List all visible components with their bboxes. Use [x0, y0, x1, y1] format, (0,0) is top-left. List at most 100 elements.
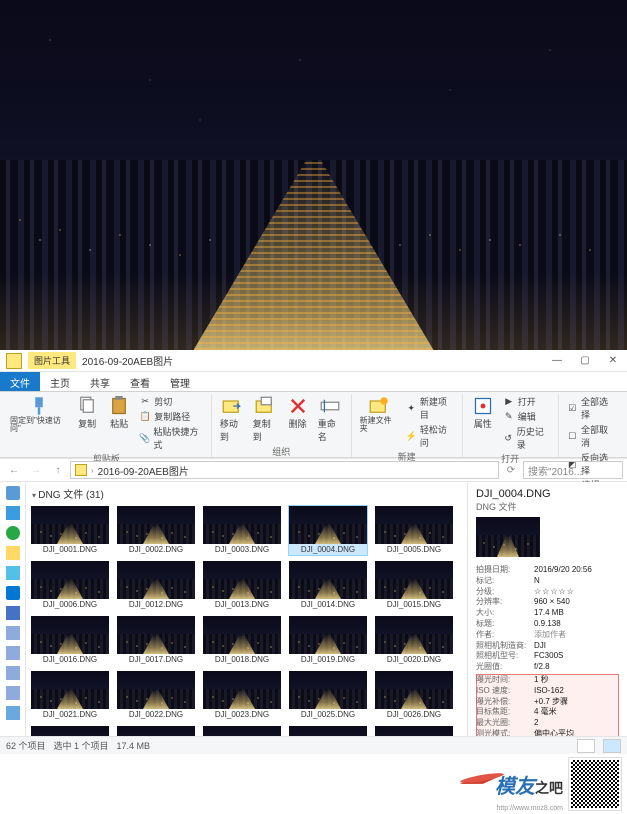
thumbnail-image	[31, 671, 109, 709]
thumbnail-item[interactable]: DJI_0003.DNG	[202, 505, 282, 556]
watermark-url: http://www.moz8.com	[496, 805, 563, 812]
titlebar: 图片工具 2016-09-20AEB图片 — ▢ ✕	[0, 350, 627, 372]
move-to-button[interactable]: 移动到	[218, 394, 247, 445]
copy-label: 复制	[78, 417, 96, 430]
sidebar-drive4-icon[interactable]	[6, 686, 20, 700]
thumbnail-item[interactable]: DJI_0016.DNG	[30, 615, 110, 666]
paste-label: 粘贴	[110, 417, 128, 430]
copy-to-button[interactable]: 复制到	[251, 394, 280, 445]
sidebar-drive-icon[interactable]	[6, 626, 20, 640]
view-details-button[interactable]	[577, 739, 595, 753]
search-input[interactable]: 搜索"2016...	[523, 461, 623, 479]
open-button[interactable]: ▶打开	[501, 394, 552, 409]
close-button[interactable]: ✕	[599, 350, 627, 372]
thumbnail-item[interactable]: DJI_0014.DNG	[288, 560, 368, 611]
thumbnail-item[interactable]: DJI_0023.DNG	[202, 670, 282, 721]
edit-button[interactable]: ✎编辑	[501, 409, 552, 424]
thumbnail-item[interactable]: DJI_0021.DNG	[30, 670, 110, 721]
hero-night-city-image	[0, 0, 627, 350]
thumbnail-caption: DJI_0012.DNG	[117, 599, 195, 610]
sidebar-documents-icon[interactable]	[6, 546, 20, 560]
thumbnail-item[interactable]: DJI_0015.DNG	[374, 560, 454, 611]
sidebar-desktop-icon[interactable]	[6, 506, 20, 520]
group-header[interactable]: ▾ DNG 文件 (31)	[30, 484, 467, 505]
paste-shortcut-button[interactable]: 📎粘贴快捷方式	[137, 424, 205, 452]
properties-button[interactable]: 属性	[469, 394, 497, 432]
details-preview-image	[476, 517, 540, 557]
breadcrumb-folder: 2016-09-20AEB图片	[98, 463, 189, 478]
thumbnail-item[interactable]: DJI_0029.DNG	[288, 725, 368, 736]
address-bar: ← → ↑ › 2016-09-20AEB图片 ⟳ 搜索"2016...	[0, 458, 627, 482]
sidebar-quick-access-icon[interactable]	[6, 486, 20, 500]
thumbnail-image	[375, 506, 453, 544]
tab-view[interactable]: 查看	[120, 372, 160, 391]
tab-home[interactable]: 主页	[40, 372, 80, 391]
thumbnail-item[interactable]: DJI_0013.DNG	[202, 560, 282, 611]
thumbnail-item[interactable]: DJI_0026.DNG	[30, 725, 110, 736]
tab-share[interactable]: 共享	[80, 372, 120, 391]
history-button[interactable]: ↺历史记录	[501, 424, 552, 452]
copy-path-button[interactable]: 📋复制路径	[137, 409, 205, 424]
sidebar-downloads-icon[interactable]	[6, 526, 20, 540]
thumbnail-item[interactable]: DJI_0001.DNG	[30, 505, 110, 556]
thumbnail-item[interactable]: DJI_0005.DNG	[374, 505, 454, 556]
sidebar-this-pc-icon[interactable]	[6, 606, 20, 620]
properties-icon	[473, 396, 493, 416]
sidebar-drive3-icon[interactable]	[6, 666, 20, 680]
maximize-button[interactable]: ▢	[571, 350, 599, 372]
thumbnail-caption: DJI_0005.DNG	[375, 544, 453, 555]
rename-button[interactable]: 重命名	[316, 394, 345, 445]
tab-manage[interactable]: 管理	[160, 372, 200, 391]
easy-access-button[interactable]: ⚡轻松访问	[404, 422, 456, 450]
sidebar-drive2-icon[interactable]	[6, 646, 20, 660]
nav-forward-button[interactable]: →	[26, 460, 46, 480]
copy-to-icon	[255, 396, 275, 416]
thumbnail-caption: DJI_0018.DNG	[203, 654, 281, 665]
thumbnail-item[interactable]: DJI_0025.DNG	[288, 670, 368, 721]
thumbnail-image	[203, 506, 281, 544]
refresh-button[interactable]: ⟳	[501, 460, 521, 480]
thumbnail-item[interactable]: DJI_0006.DNG	[30, 560, 110, 611]
breadcrumb[interactable]: › 2016-09-20AEB图片	[70, 461, 499, 479]
thumbnail-item[interactable]: DJI_0026.DNG	[374, 670, 454, 721]
new-item-button[interactable]: ✦新建项目	[404, 394, 456, 422]
thumbnail-image	[289, 616, 367, 654]
select-all-button[interactable]: ☑全部选择	[565, 394, 617, 422]
copy-path-icon: 📋	[139, 411, 151, 423]
details-metadata: 拍摄日期:2016/9/20 20:56 标记:N 分级:☆☆☆☆☆ 分辨率:9…	[476, 565, 619, 736]
cut-button[interactable]: ✂剪切	[137, 394, 205, 409]
thumbnail-image	[203, 561, 281, 599]
thumbnail-item[interactable]: DJI_0012.DNG	[116, 560, 196, 611]
rating-stars[interactable]: ☆☆☆☆☆	[534, 587, 575, 598]
thumbnail-item[interactable]: DJI_0020.DNG	[374, 615, 454, 666]
thumbnail-item[interactable]: DJI_0030.DNG	[374, 725, 454, 736]
thumbnail-item[interactable]: DJI_0028.DNG	[202, 725, 282, 736]
qr-code	[569, 758, 621, 810]
thumbnail-item[interactable]: DJI_0004.DNG	[288, 505, 368, 556]
select-none-button[interactable]: ☐全部取消	[565, 422, 617, 450]
thumbnail-item[interactable]: DJI_0022.DNG	[116, 670, 196, 721]
nav-back-button[interactable]: ←	[4, 460, 24, 480]
easy-access-icon: ⚡	[406, 430, 417, 442]
copy-button[interactable]: 复制	[73, 394, 101, 432]
cut-icon: ✂	[139, 396, 151, 408]
nav-up-button[interactable]: ↑	[48, 460, 68, 480]
thumbnail-caption: DJI_0003.DNG	[203, 544, 281, 555]
sidebar-network-icon[interactable]	[6, 706, 20, 720]
delete-icon	[288, 396, 308, 416]
view-thumbs-button[interactable]	[603, 739, 621, 753]
thumbnail-item[interactable]: DJI_0019.DNG	[288, 615, 368, 666]
minimize-button[interactable]: —	[543, 350, 571, 372]
pin-to-quick-access-button[interactable]: 固定到"快速访问"	[8, 394, 69, 435]
thumbnail-item[interactable]: DJI_0018.DNG	[202, 615, 282, 666]
nav-sidebar	[0, 482, 26, 736]
thumbnail-item[interactable]: DJI_0002.DNG	[116, 505, 196, 556]
thumbnail-item[interactable]: DJI_0027.DNG	[116, 725, 196, 736]
sidebar-onedrive-icon[interactable]	[6, 586, 20, 600]
sidebar-pictures-icon[interactable]	[6, 566, 20, 580]
tab-file[interactable]: 文件	[0, 372, 40, 391]
thumbnail-item[interactable]: DJI_0017.DNG	[116, 615, 196, 666]
delete-button[interactable]: 删除	[284, 394, 312, 432]
paste-button[interactable]: 粘贴	[105, 394, 133, 432]
new-folder-button[interactable]: 新建文件夹	[358, 394, 400, 435]
